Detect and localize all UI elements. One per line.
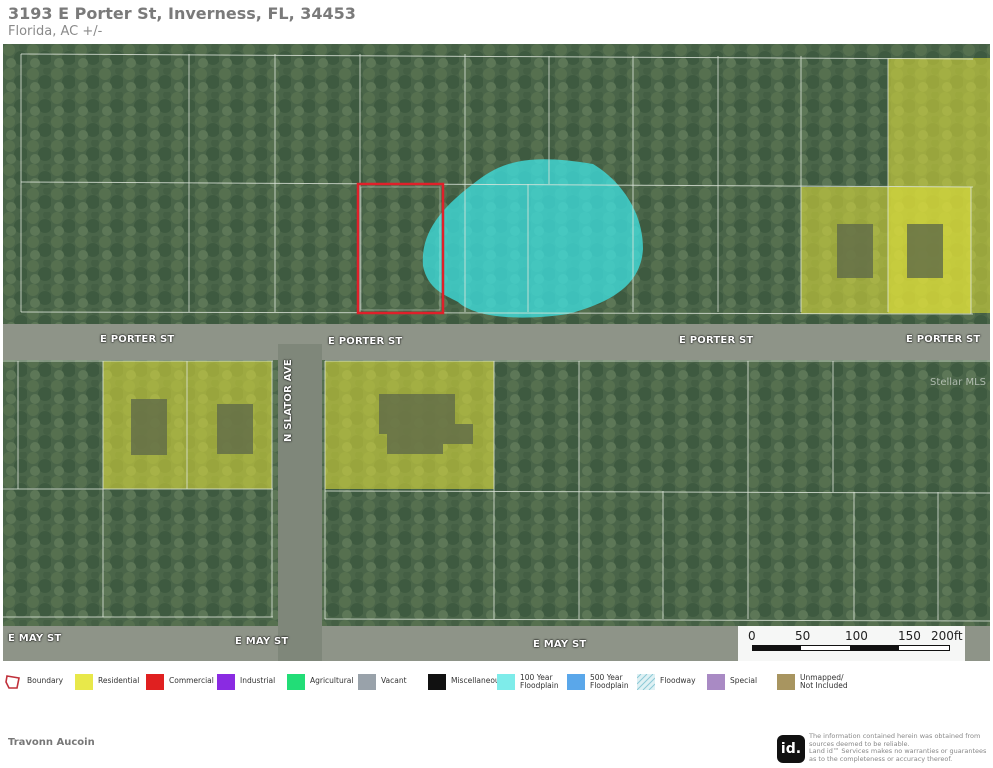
legend-item-special: Special bbox=[707, 671, 757, 697]
legend-item-agricultural: Agricultural bbox=[287, 671, 353, 697]
disclaimer-text: The information contained herein was obt… bbox=[809, 732, 987, 763]
mls-watermark: Stellar MLS bbox=[930, 377, 986, 388]
land-id-logo: id. bbox=[777, 735, 805, 763]
legend-item-100-year-floodplain: 100 Year Floodplain bbox=[497, 671, 559, 697]
scale-label: 100 bbox=[845, 629, 868, 643]
residential-swatch bbox=[75, 674, 93, 690]
floodplain-100-swatch bbox=[497, 674, 515, 690]
legend-item-500-year-floodplain: 500 Year Floodplain bbox=[567, 671, 629, 697]
legend-label: Residential bbox=[98, 676, 140, 685]
property-address-title: 3193 E Porter St, Inverness, FL, 34453 bbox=[8, 4, 356, 23]
floodway-hatched-icon bbox=[637, 674, 655, 690]
legend-label: Commercial bbox=[169, 676, 214, 685]
street-label-e-may-st: E MAY ST bbox=[533, 639, 587, 650]
legend-label: Vacant bbox=[381, 676, 407, 685]
street-label-n-slator-ave: N SLATOR AVE bbox=[283, 359, 294, 442]
scale-track bbox=[752, 645, 950, 651]
floodplain-500-swatch bbox=[567, 674, 585, 690]
property-subtitle: Florida, AC +/- bbox=[8, 24, 103, 39]
parcel-map[interactable]: E PORTER ST E PORTER ST E PORTER ST E PO… bbox=[3, 44, 990, 661]
street-label-e-porter-st: E PORTER ST bbox=[100, 334, 175, 345]
legend-item-commercial: Commercial bbox=[146, 671, 214, 697]
header: 3193 E Porter St, Inverness, FL, 34453 F… bbox=[8, 4, 988, 41]
legend-item-floodway: Floodway bbox=[637, 671, 696, 697]
legend-label: 100 Year Floodplain bbox=[520, 673, 559, 690]
map-legend: Boundary Residential Commercial Industri… bbox=[4, 671, 989, 697]
street-label-e-porter-st: E PORTER ST bbox=[906, 334, 981, 345]
scale-label: 0 bbox=[748, 629, 756, 643]
map-scale-bar: 0 50 100 150 200ft bbox=[738, 626, 965, 661]
legend-item-residential: Residential bbox=[75, 671, 139, 697]
map-canvas bbox=[3, 44, 990, 661]
miscellaneous-swatch bbox=[428, 674, 446, 690]
legend-label: Boundary bbox=[27, 676, 64, 685]
special-swatch bbox=[707, 674, 725, 690]
agricultural-swatch bbox=[287, 674, 305, 690]
legend-label: Miscellaneou bbox=[451, 676, 500, 685]
scale-label: 150 bbox=[898, 629, 921, 643]
legend-label: Special bbox=[730, 676, 758, 685]
industrial-swatch bbox=[217, 674, 235, 690]
legend-label: 500 Year Floodplain bbox=[590, 673, 629, 690]
vacant-swatch bbox=[358, 674, 376, 690]
street-label-e-porter-st: E PORTER ST bbox=[679, 335, 754, 346]
legend-item-unmapped: Unmapped/ Not Included bbox=[777, 671, 848, 697]
legend-item-miscellaneous: Miscellaneou bbox=[428, 671, 500, 697]
legend-item-industrial: Industrial bbox=[217, 671, 275, 697]
agent-name: Travonn Aucoin bbox=[8, 737, 95, 748]
legend-label: Agricultural bbox=[310, 676, 354, 685]
legend-item-boundary: Boundary bbox=[4, 671, 63, 697]
legend-label: Industrial bbox=[240, 676, 276, 685]
residential-parcel bbox=[801, 187, 971, 314]
street-label-e-may-st: E MAY ST bbox=[235, 636, 289, 647]
unmapped-swatch bbox=[777, 674, 795, 690]
legend-label: Floodway bbox=[660, 676, 696, 685]
street-label-e-may-st: E MAY ST bbox=[8, 633, 62, 644]
scale-label: 50 bbox=[795, 629, 811, 643]
legend-item-vacant: Vacant bbox=[358, 671, 407, 697]
boundary-outline-icon bbox=[5, 675, 20, 689]
commercial-swatch bbox=[146, 674, 164, 690]
legend-label: Unmapped/ Not Included bbox=[800, 673, 848, 690]
street-label-e-porter-st: E PORTER ST bbox=[328, 336, 403, 347]
scale-label: 200ft bbox=[931, 629, 963, 643]
